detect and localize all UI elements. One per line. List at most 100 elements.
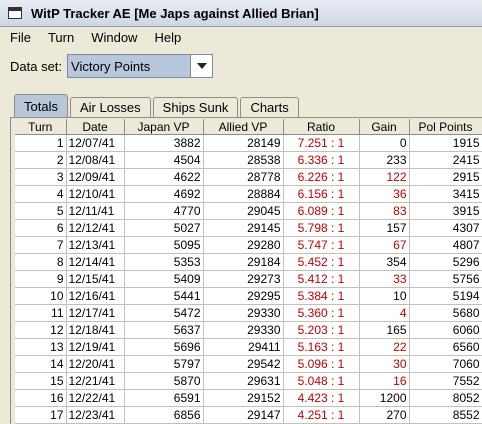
cell-allied-vp: 29145 xyxy=(203,219,284,237)
tab-ships-sunk[interactable]: Ships Sunk xyxy=(152,97,239,117)
cell-pol-points: 5756 xyxy=(409,270,482,288)
cell-gain: 33 xyxy=(359,270,410,288)
cell-gain: 122 xyxy=(359,168,410,186)
cell-pol-points: 3915 xyxy=(409,202,482,220)
cell-gain: 233 xyxy=(359,151,410,169)
window-title: WitP Tracker AE [Me Japs against Allied … xyxy=(31,5,319,21)
cell-allied-vp: 28149 xyxy=(203,134,284,152)
cell-japan-vp: 6591 xyxy=(124,389,204,407)
cell-date: 12/14/41 xyxy=(66,253,125,271)
table-row[interactable]: 14 12/20/41 5797 29542 5.096 : 1 30 7060 xyxy=(15,355,482,373)
cell-pol-points: 5680 xyxy=(409,304,482,322)
cell-date: 12/16/41 xyxy=(66,287,125,305)
cell-ratio: 5.798 : 1 xyxy=(283,219,360,237)
cell-date: 12/09/41 xyxy=(66,168,125,186)
cell-ratio: 5.203 : 1 xyxy=(283,321,360,339)
col-turn[interactable]: Turn xyxy=(15,119,67,135)
tab-charts[interactable]: Charts xyxy=(240,97,299,117)
cell-allied-vp: 29295 xyxy=(203,287,284,305)
table-row[interactable]: 3 12/09/41 4622 28778 6.226 : 1 122 2915 xyxy=(15,168,482,186)
cell-gain: 83 xyxy=(359,202,410,220)
menu-window[interactable]: Window xyxy=(81,30,144,45)
cell-japan-vp: 6856 xyxy=(124,406,204,424)
table-row[interactable]: 2 12/08/41 4504 28538 6.336 : 1 233 2415 xyxy=(15,151,482,169)
cell-date: 12/22/41 xyxy=(66,389,125,407)
table-row[interactable]: 11 12/17/41 5472 29330 5.360 : 1 4 5680 xyxy=(15,304,482,322)
menu-help[interactable]: Help xyxy=(144,30,188,45)
cell-date: 12/12/41 xyxy=(66,219,125,237)
cell-ratio: 5.384 : 1 xyxy=(283,287,360,305)
cell-gain: 270 xyxy=(359,406,410,424)
cell-ratio: 5.096 : 1 xyxy=(283,355,360,373)
cell-turn: 15 xyxy=(15,372,67,390)
cell-turn: 16 xyxy=(15,389,67,407)
cell-turn: 8 xyxy=(15,253,67,271)
col-japan-vp[interactable]: Japan VP xyxy=(124,119,204,135)
cell-ratio: 6.226 : 1 xyxy=(283,168,360,186)
cell-pol-points: 2415 xyxy=(409,151,482,169)
col-ratio[interactable]: Ratio xyxy=(283,119,360,135)
menu-file[interactable]: File xyxy=(0,30,38,45)
table-row[interactable]: 12 12/18/41 5637 29330 5.203 : 1 165 6060 xyxy=(15,321,482,339)
vp-table-container[interactable]: Turn Date Japan VP Allied VP Ratio Gain … xyxy=(15,119,482,424)
cell-pol-points: 5194 xyxy=(409,287,482,305)
table-row[interactable]: 17 12/23/41 6856 29147 4.251 : 1 270 8552 xyxy=(15,406,482,424)
table-row[interactable]: 15 12/21/41 5870 29631 5.048 : 1 16 7552 xyxy=(15,372,482,390)
cell-pol-points: 7552 xyxy=(409,372,482,390)
cell-turn: 7 xyxy=(15,236,67,254)
cell-japan-vp: 4504 xyxy=(124,151,204,169)
cell-gain: 157 xyxy=(359,219,410,237)
cell-turn: 17 xyxy=(15,406,67,424)
cell-gain: 4 xyxy=(359,304,410,322)
cell-allied-vp: 29280 xyxy=(203,236,284,254)
table-row[interactable]: 1 12/07/41 3882 28149 7.251 : 1 0 1915 xyxy=(15,134,482,152)
col-gain[interactable]: Gain xyxy=(359,119,410,135)
table-row[interactable]: 13 12/19/41 5696 29411 5.163 : 1 22 6560 xyxy=(15,338,482,356)
cell-date: 12/10/41 xyxy=(66,185,125,203)
tab-totals[interactable]: Totals xyxy=(14,94,68,117)
cell-ratio: 5.360 : 1 xyxy=(283,304,360,322)
cell-date: 12/13/41 xyxy=(66,236,125,254)
cell-turn: 11 xyxy=(15,304,67,322)
table-row[interactable]: 4 12/10/41 4692 28884 6.156 : 1 36 3415 xyxy=(15,185,482,203)
cell-allied-vp: 29631 xyxy=(203,372,284,390)
vp-table: Turn Date Japan VP Allied VP Ratio Gain … xyxy=(15,119,482,424)
cell-allied-vp: 29330 xyxy=(203,321,284,339)
col-pol-points[interactable]: Pol Points xyxy=(409,119,482,135)
cell-gain: 67 xyxy=(359,236,410,254)
cell-date: 12/17/41 xyxy=(66,304,125,322)
cell-gain: 16 xyxy=(359,372,410,390)
cell-date: 12/21/41 xyxy=(66,372,125,390)
cell-allied-vp: 28538 xyxy=(203,151,284,169)
table-row[interactable]: 8 12/14/41 5353 29184 5.452 : 1 354 5296 xyxy=(15,253,482,271)
cell-allied-vp: 29147 xyxy=(203,406,284,424)
cell-gain: 1200 xyxy=(359,389,410,407)
cell-date: 12/08/41 xyxy=(66,151,125,169)
tab-air-losses[interactable]: Air Losses xyxy=(69,97,151,117)
col-allied-vp[interactable]: Allied VP xyxy=(203,119,284,135)
cell-date: 12/19/41 xyxy=(66,338,125,356)
table-row[interactable]: 6 12/12/41 5027 29145 5.798 : 1 157 4307 xyxy=(15,219,482,237)
table-row[interactable]: 9 12/15/41 5409 29273 5.412 : 1 33 5756 xyxy=(15,270,482,288)
cell-allied-vp: 28778 xyxy=(203,168,284,186)
dataset-select[interactable]: Victory Points xyxy=(67,54,214,78)
cell-date: 12/23/41 xyxy=(66,406,125,424)
cell-allied-vp: 29411 xyxy=(203,338,284,356)
cell-allied-vp: 29273 xyxy=(203,270,284,288)
table-row[interactable]: 16 12/22/41 6591 29152 4.423 : 1 1200 8052 xyxy=(15,389,482,407)
cell-gain: 10 xyxy=(359,287,410,305)
table-row[interactable]: 10 12/16/41 5441 29295 5.384 : 1 10 5194 xyxy=(15,287,482,305)
menu-turn[interactable]: Turn xyxy=(38,30,81,45)
table-row[interactable]: 7 12/13/41 5095 29280 5.747 : 1 67 4807 xyxy=(15,236,482,254)
cell-japan-vp: 5472 xyxy=(124,304,204,322)
cell-ratio: 4.251 : 1 xyxy=(283,406,360,424)
cell-japan-vp: 5637 xyxy=(124,321,204,339)
cell-ratio: 4.423 : 1 xyxy=(283,389,360,407)
cell-ratio: 5.452 : 1 xyxy=(283,253,360,271)
table-row[interactable]: 5 12/11/41 4770 29045 6.089 : 1 83 3915 xyxy=(15,202,482,220)
dropdown-button[interactable] xyxy=(190,55,213,77)
cell-allied-vp: 28884 xyxy=(203,185,284,203)
col-date[interactable]: Date xyxy=(66,119,125,135)
cell-japan-vp: 5696 xyxy=(124,338,204,356)
cell-pol-points: 3415 xyxy=(409,185,482,203)
